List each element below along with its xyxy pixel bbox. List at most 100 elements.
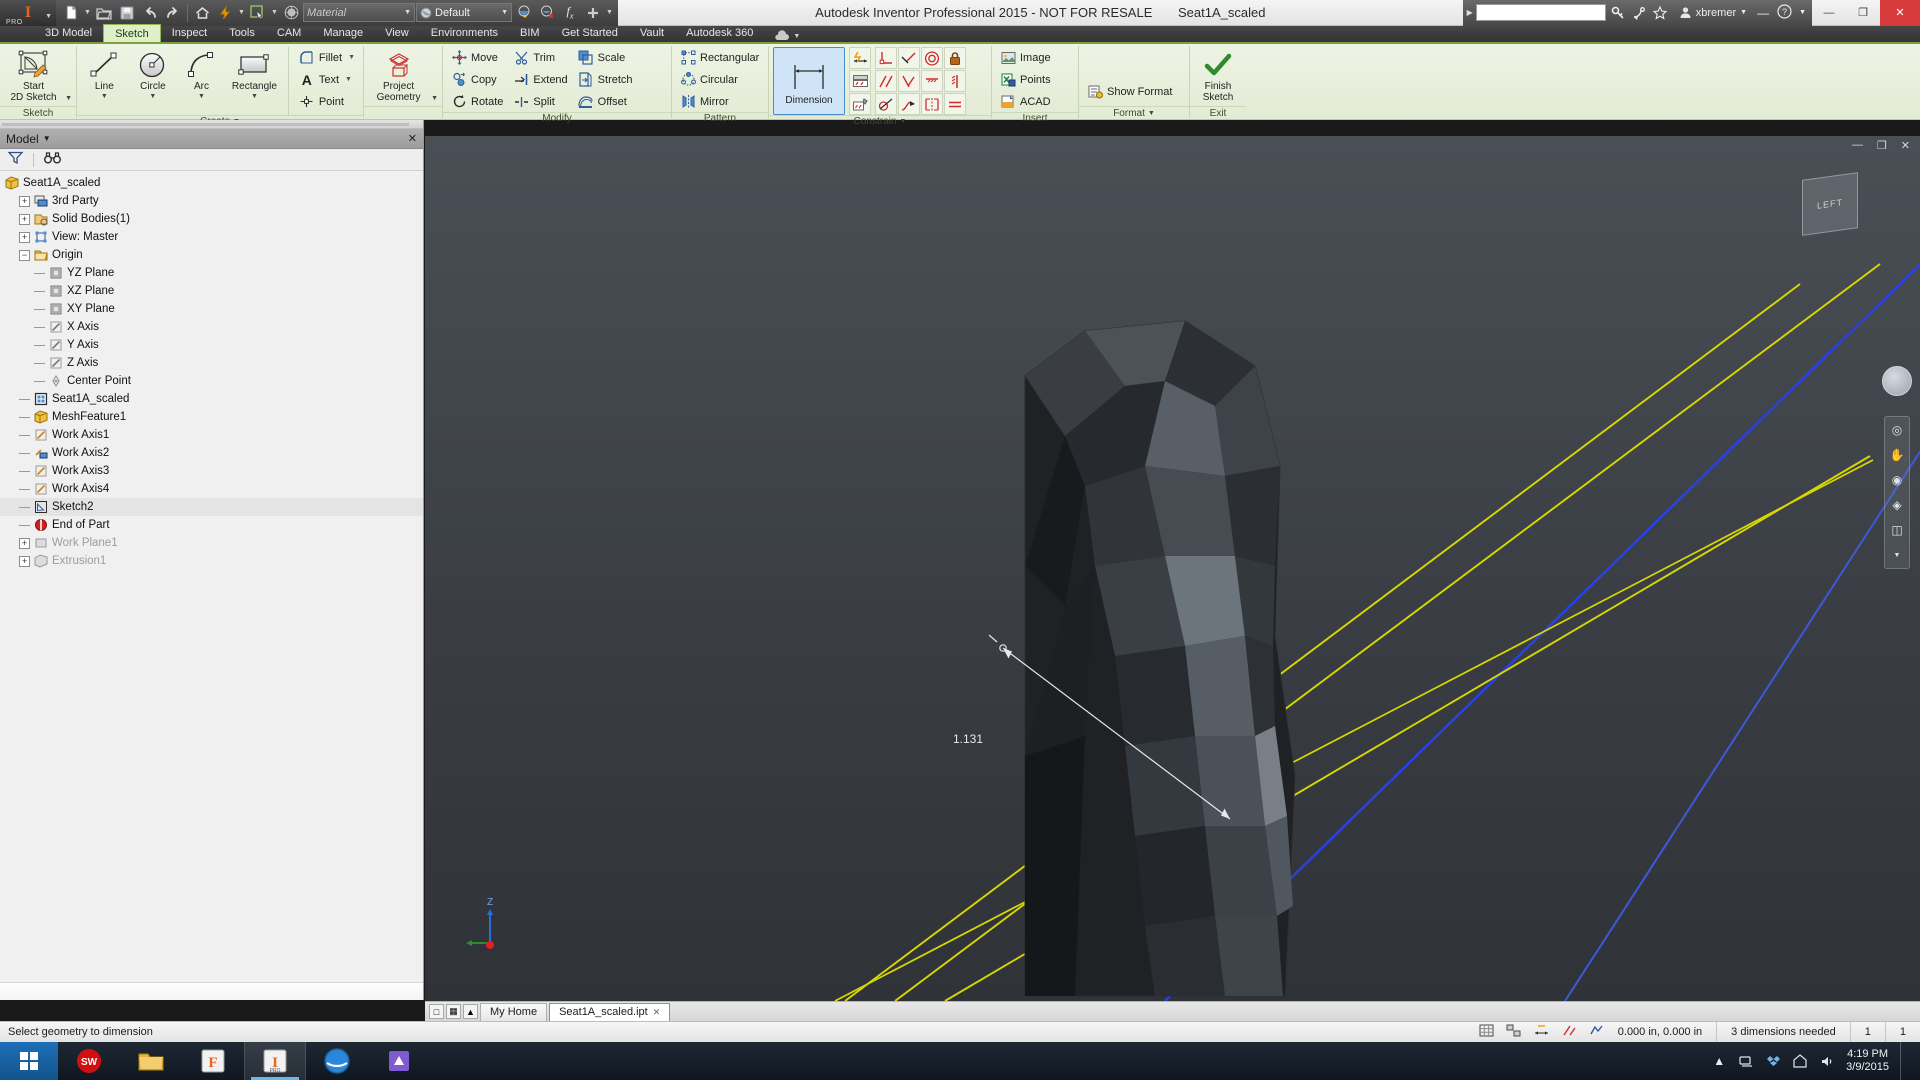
- chevron-down-icon[interactable]: ▼: [501, 9, 508, 16]
- tree-node[interactable]: + Extrusion1: [0, 552, 423, 570]
- key-icon[interactable]: [1609, 4, 1627, 22]
- collinear-constraint-icon[interactable]: [898, 47, 920, 69]
- search-input[interactable]: [1475, 4, 1606, 21]
- tab-tools[interactable]: Tools: [218, 24, 266, 42]
- snap-icon[interactable]: [1506, 1024, 1521, 1040]
- clear-appearance-icon[interactable]: [536, 2, 558, 24]
- smooth-constraint-icon[interactable]: [898, 93, 920, 115]
- graphics-viewport[interactable]: 1.131 Z LEFT ◎ ✋ ◉ ◈ ◫ ▼: [425, 136, 1920, 1001]
- tab-environments[interactable]: Environments: [420, 24, 509, 42]
- chevron-down-icon[interactable]: ▼: [404, 9, 411, 16]
- pan-hand-icon[interactable]: ✋: [1888, 446, 1906, 464]
- fillet-button[interactable]: Fillet ▼: [295, 47, 359, 68]
- point-button[interactable]: Point: [295, 91, 359, 112]
- parallel-constraint-icon[interactable]: [875, 70, 897, 92]
- tree-node[interactable]: Center Point: [0, 372, 423, 390]
- tree-node[interactable]: Seat1A_scaled: [0, 174, 423, 192]
- project-geometry-button[interactable]: Project Geometry: [368, 47, 429, 103]
- tree-node[interactable]: + View: Master: [0, 228, 423, 246]
- doc-tab-my-home[interactable]: My Home: [480, 1002, 548, 1021]
- split-button[interactable]: Split: [509, 91, 571, 112]
- tab-inspect[interactable]: Inspect: [161, 24, 218, 42]
- chevron-down-icon[interactable]: ▼: [1799, 9, 1806, 16]
- tab-bim[interactable]: BIM: [509, 24, 551, 42]
- chevron-down-icon[interactable]: ▼: [251, 93, 258, 100]
- viewport-restore-button[interactable]: ❐: [1877, 139, 1887, 152]
- satellite-icon[interactable]: [1630, 4, 1648, 22]
- chevron-down-icon[interactable]: ▼: [65, 95, 72, 106]
- home-icon[interactable]: [191, 2, 213, 24]
- mirror-button[interactable]: Mirror: [676, 91, 763, 112]
- chevron-down-icon[interactable]: ▼: [899, 118, 906, 125]
- tree-node[interactable]: − Origin: [0, 246, 423, 264]
- tile-view-icon[interactable]: ▦: [446, 1004, 461, 1019]
- stretch-button[interactable]: Stretch: [574, 69, 637, 90]
- chevron-down-icon[interactable]: ▼: [83, 9, 92, 16]
- tree-node[interactable]: MeshFeature1: [0, 408, 423, 426]
- tree-node[interactable]: Sketch2: [0, 498, 423, 516]
- circle-button[interactable]: Circle ▼: [130, 47, 177, 100]
- expand-icon[interactable]: +: [19, 231, 30, 243]
- perpendicular-constraint-icon[interactable]: [898, 70, 920, 92]
- minimize-ribbon-icon[interactable]: ―: [1757, 6, 1769, 20]
- coincident-constraint-icon[interactable]: [875, 47, 897, 69]
- look-at-icon[interactable]: ◈: [1888, 496, 1906, 514]
- parameters-fx-icon[interactable]: fx: [559, 2, 581, 24]
- collapse-icon[interactable]: −: [19, 249, 30, 261]
- save-icon[interactable]: [116, 2, 138, 24]
- close-icon[interactable]: ✕: [653, 1007, 661, 1018]
- chevron-down-icon[interactable]: ▼: [345, 76, 352, 83]
- chevron-down-icon[interactable]: ▼: [605, 9, 614, 16]
- tab-manage[interactable]: Manage: [312, 24, 374, 42]
- application-menu-button[interactable]: I PRO ▼: [0, 0, 56, 26]
- browser-close-button[interactable]: ✕: [408, 132, 417, 145]
- star-icon[interactable]: [1651, 4, 1669, 22]
- image-button[interactable]: Image: [996, 47, 1055, 68]
- chevron-down-icon[interactable]: ▼: [1740, 9, 1747, 16]
- tree-node[interactable]: YZ Plane: [0, 264, 423, 282]
- tree-node[interactable]: XZ Plane: [0, 282, 423, 300]
- expand-icon[interactable]: +: [19, 195, 30, 207]
- minimize-button[interactable]: —: [1812, 0, 1846, 26]
- chevron-down-icon[interactable]: ▼: [198, 93, 205, 100]
- chevron-down-icon[interactable]: ▼: [1148, 110, 1155, 117]
- chevron-down-icon[interactable]: ▼: [45, 13, 52, 20]
- show-constraints-icon[interactable]: [849, 70, 871, 92]
- display-style-icon[interactable]: ◫: [1888, 521, 1906, 539]
- expand-icon[interactable]: +: [19, 555, 30, 567]
- expand-icon[interactable]: +: [19, 537, 30, 549]
- taskbar-clock[interactable]: 4:19 PM 3/9/2015: [1846, 1048, 1889, 1074]
- extend-button[interactable]: Extend: [509, 69, 571, 90]
- tab-vault[interactable]: Vault: [629, 24, 675, 42]
- tree-node[interactable]: Work Axis3: [0, 462, 423, 480]
- chevron-down-icon[interactable]: ▼: [43, 134, 51, 143]
- chevron-down-icon[interactable]: ▼: [348, 54, 355, 61]
- fix-constraint-icon[interactable]: [944, 47, 966, 69]
- help-icon[interactable]: ?: [1777, 3, 1792, 22]
- show-desktop-button[interactable]: [1900, 1042, 1908, 1080]
- filter-icon[interactable]: [7, 151, 24, 169]
- copy-button[interactable]: Copy: [447, 69, 507, 90]
- chevron-down-icon[interactable]: ▼: [101, 93, 108, 100]
- start-button[interactable]: [0, 1042, 58, 1080]
- tab-cam[interactable]: CAM: [266, 24, 312, 42]
- taskbar-explorer-icon[interactable]: [120, 1042, 182, 1080]
- binoculars-icon[interactable]: [44, 151, 61, 169]
- text-button[interactable]: A Text ▼: [295, 69, 359, 90]
- tree-node[interactable]: Z Axis: [0, 354, 423, 372]
- arc-button[interactable]: Arc ▼: [178, 47, 225, 100]
- tree-node[interactable]: Seat1A_scaled: [0, 390, 423, 408]
- chevron-down-icon[interactable]: ▼: [431, 95, 438, 106]
- points-button[interactable]: Points: [996, 69, 1055, 90]
- taskbar-browser-icon[interactable]: [306, 1042, 368, 1080]
- tree-node[interactable]: + Work Plane1: [0, 534, 423, 552]
- material-combo[interactable]: Material ▼: [303, 3, 415, 22]
- tree-node[interactable]: Work Axis4: [0, 480, 423, 498]
- rectangular-pattern-button[interactable]: Rectangular: [676, 47, 763, 68]
- tree-node[interactable]: XY Plane: [0, 300, 423, 318]
- chevron-down-icon[interactable]: ▼: [149, 93, 156, 100]
- tab-3d-model[interactable]: 3D Model: [34, 24, 103, 42]
- offset-button[interactable]: Offset: [574, 91, 637, 112]
- move-button[interactable]: Move: [447, 47, 507, 68]
- tab-autodesk-360[interactable]: Autodesk 360: [675, 24, 764, 42]
